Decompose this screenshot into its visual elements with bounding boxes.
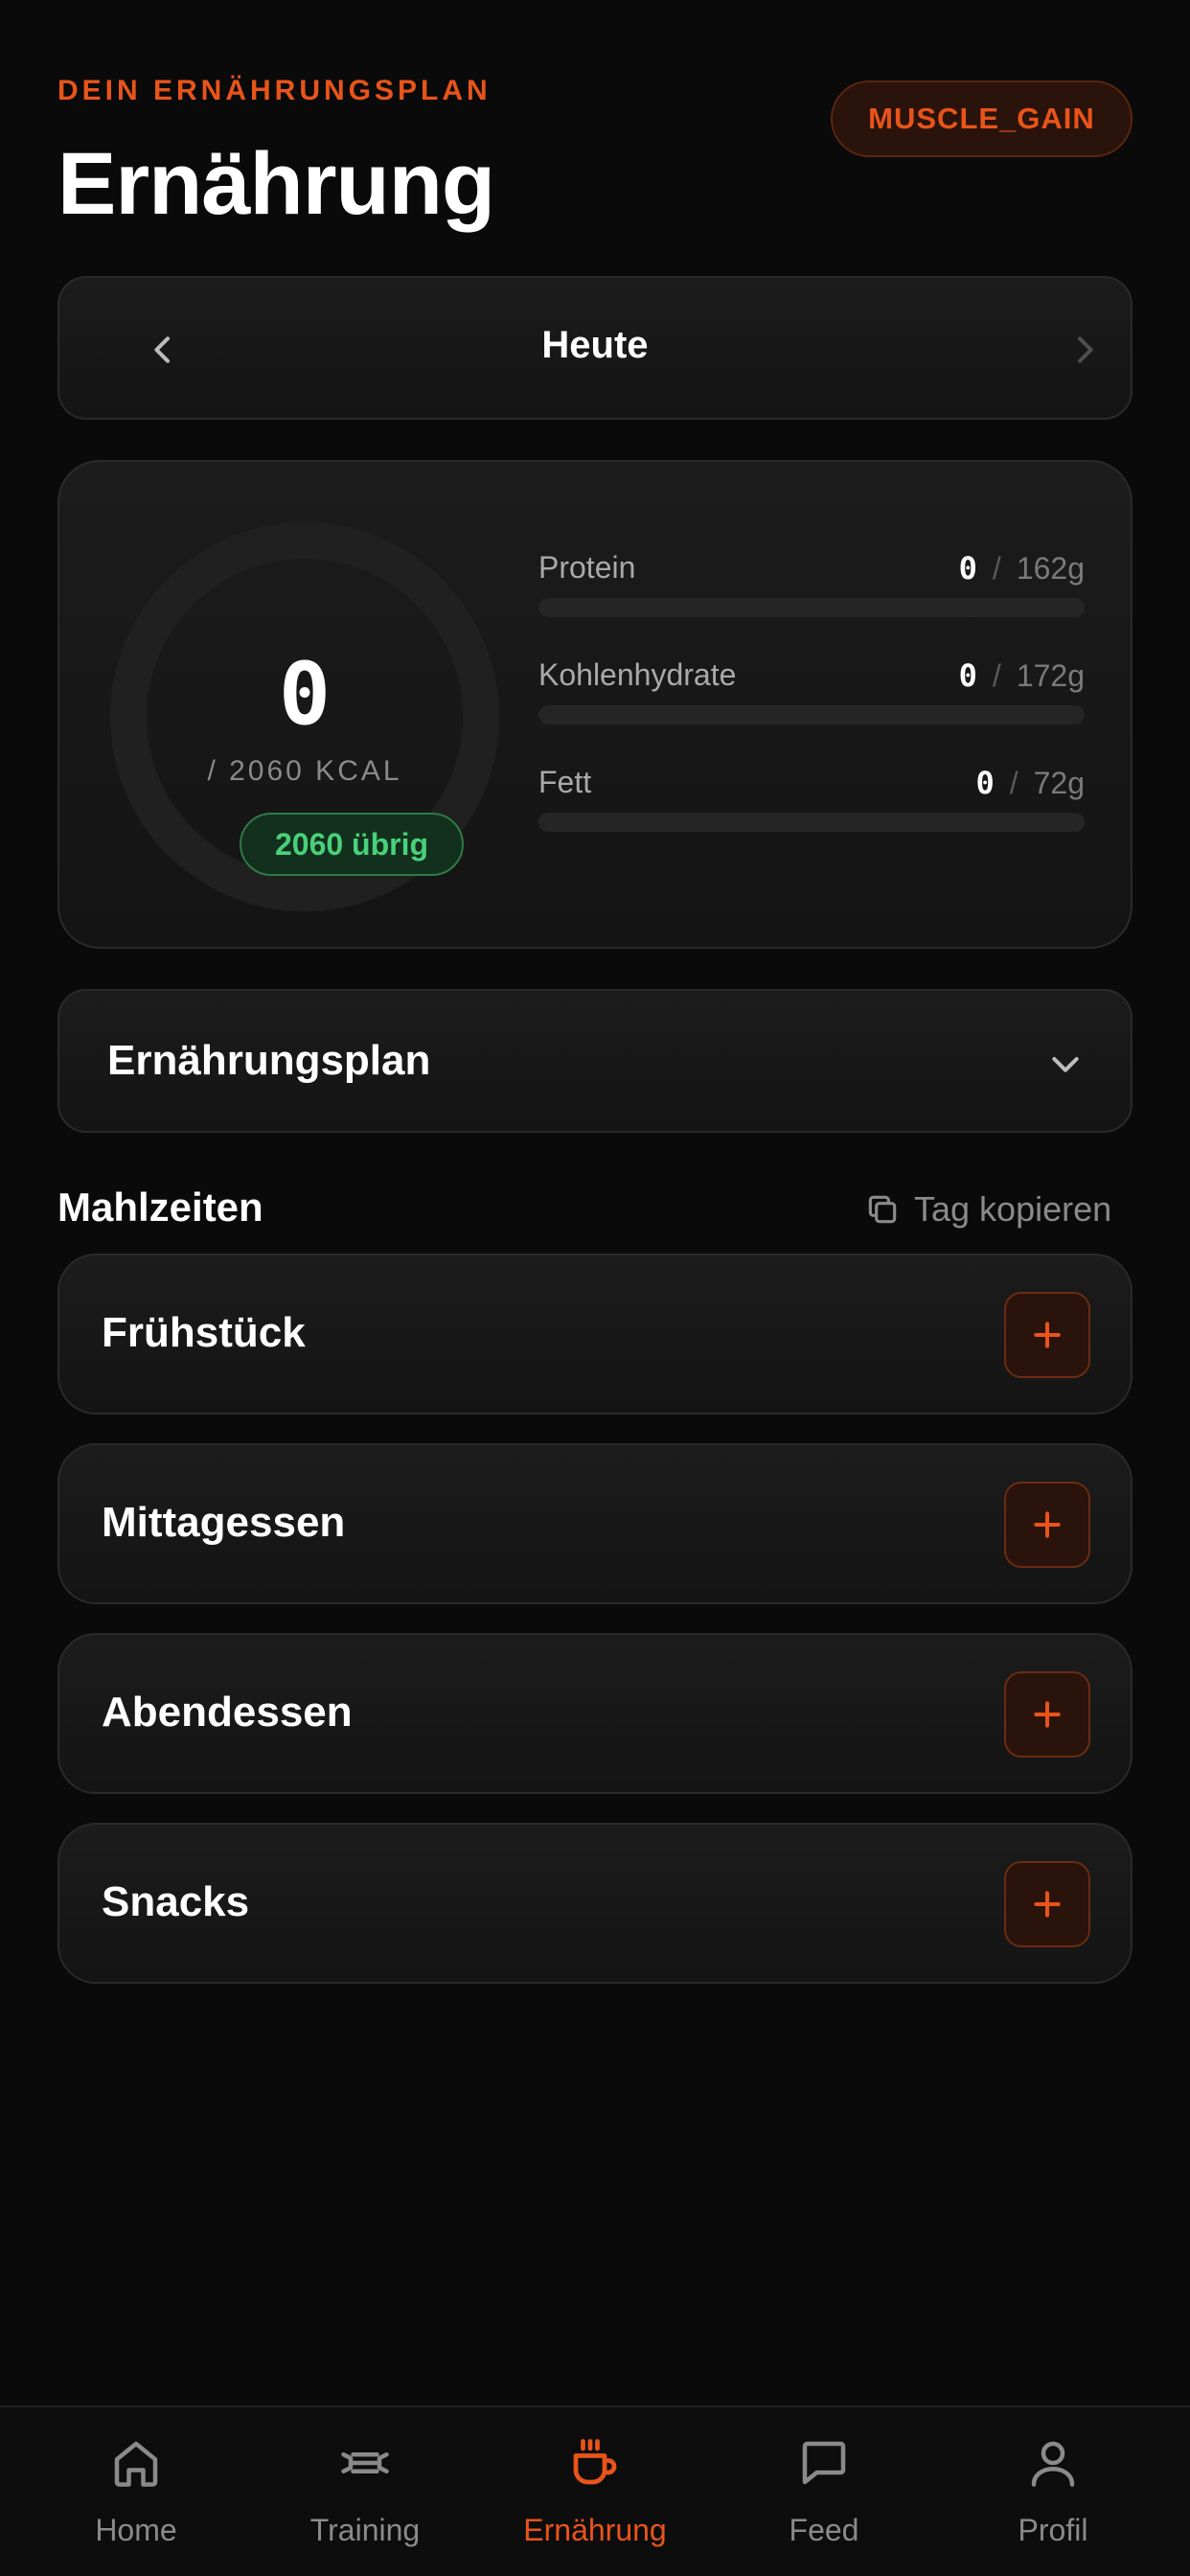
macro-name: Kohlenhydrate <box>538 657 737 692</box>
meal-label: Mittagessen <box>102 1499 346 1546</box>
macro-current: 0 <box>958 550 977 586</box>
copy-day-label: Tag kopieren <box>914 1189 1112 1229</box>
macro-values: 0/72g <box>975 765 1085 801</box>
goal-badge[interactable]: MUSCLE_GAIN <box>831 80 1133 157</box>
plus-icon <box>1034 1322 1061 1348</box>
macro-target: 172g <box>1016 658 1085 693</box>
macro-current: 0 <box>958 657 977 694</box>
next-day-button[interactable] <box>1058 323 1111 377</box>
macro-progress-bar <box>538 705 1085 724</box>
day-navigator: Heute <box>57 276 1133 420</box>
meal-card-snacks[interactable]: Snacks <box>57 1823 1133 1984</box>
calorie-ring: 0 / 2060 KCAL 2060 übrig <box>107 519 502 914</box>
meal-label: Frühstück <box>102 1309 306 1356</box>
tab-feed[interactable]: Feed <box>709 2434 939 2559</box>
tab-training[interactable]: Training <box>250 2434 480 2559</box>
user-icon <box>1031 2441 1075 2487</box>
tab-label: Feed <box>789 2513 859 2547</box>
chevron-right-icon <box>1078 336 1093 363</box>
macro-progress-bar <box>538 813 1085 832</box>
meal-card-breakfast[interactable]: Frühstück <box>57 1254 1133 1414</box>
add-meal-button[interactable] <box>1004 1861 1090 1947</box>
meal-label: Abendessen <box>102 1689 353 1736</box>
tab-label: Home <box>95 2513 177 2547</box>
copy-icon <box>868 1195 897 1224</box>
meal-label: Snacks <box>102 1878 250 1925</box>
add-meal-button[interactable] <box>1004 1671 1090 1758</box>
plus-icon <box>1034 1891 1061 1918</box>
copy-day-button[interactable]: Tag kopieren <box>864 1183 1111 1236</box>
expand-button[interactable] <box>1039 1037 1092 1091</box>
macro-name: Protein <box>538 550 636 585</box>
tab-nutrition[interactable]: Ernährung <box>480 2434 710 2559</box>
meals-section-title: Mahlzeiten <box>57 1184 263 1230</box>
tab-home[interactable]: Home <box>21 2434 251 2559</box>
page-eyebrow: DEIN ERNÄHRUNGSPLAN <box>57 75 492 106</box>
home-icon <box>114 2441 158 2487</box>
day-label: Heute <box>541 324 649 366</box>
meal-card-lunch[interactable]: Mittagessen <box>57 1443 1133 1604</box>
page-title: Ernährung <box>57 135 495 233</box>
daily-summary-card: 0 / 2060 KCAL 2060 übrig Protein 0/162g … <box>57 460 1133 949</box>
macro-values: 0/162g <box>958 550 1085 586</box>
calories-consumed: 0 <box>278 644 332 745</box>
calories-remaining-badge: 2060 übrig <box>240 813 464 876</box>
tab-label: Training <box>309 2513 421 2547</box>
tab-label: Profil <box>1018 2513 1088 2547</box>
macro-name: Fett <box>538 765 592 799</box>
macro-target: 162g <box>1016 551 1085 586</box>
plus-icon <box>1034 1511 1061 1538</box>
macro-progress-bar <box>538 598 1085 617</box>
meal-card-dinner[interactable]: Abendessen <box>57 1633 1133 1794</box>
cup-icon <box>573 2439 617 2485</box>
plus-icon <box>1034 1701 1061 1728</box>
macro-target: 72g <box>1033 766 1085 800</box>
chat-icon <box>802 2441 846 2485</box>
macro-current: 0 <box>975 765 995 801</box>
nutrition-plan-label: Ernährungsplan <box>107 1037 431 1084</box>
bottom-tab-bar: Home Training Ernährung Feed Profil <box>0 2405 1190 2576</box>
tab-label: Ernährung <box>523 2513 667 2547</box>
chevron-down-icon <box>1052 1057 1079 1072</box>
macro-values: 0/172g <box>958 657 1085 694</box>
add-meal-button[interactable] <box>1004 1482 1090 1568</box>
calories-target: / 2060 KCAL <box>207 755 402 787</box>
add-meal-button[interactable] <box>1004 1292 1090 1378</box>
dumbbell-icon <box>341 2452 389 2473</box>
nutrition-plan-accordion[interactable]: Ernährungsplan <box>57 989 1133 1133</box>
tab-profile[interactable]: Profil <box>938 2434 1168 2559</box>
